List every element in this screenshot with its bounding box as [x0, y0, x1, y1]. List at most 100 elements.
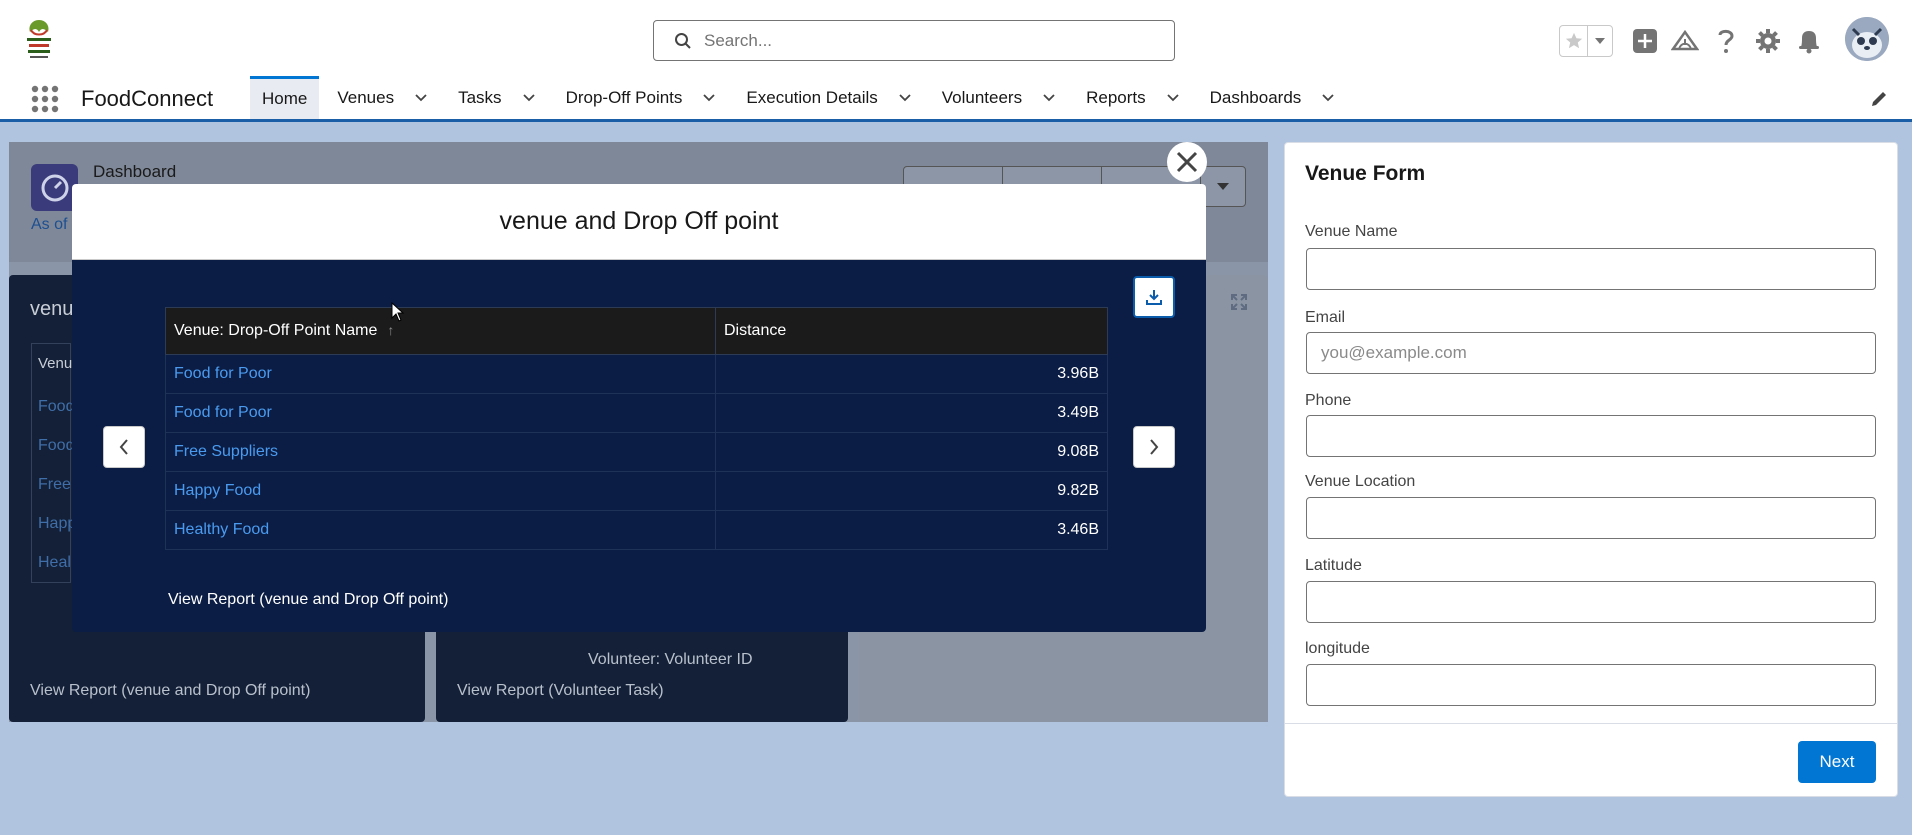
- distance-value: 9.82B: [715, 471, 1108, 511]
- dashboard-as-of: As of: [31, 216, 68, 233]
- latitude-label: Latitude: [1305, 557, 1362, 574]
- save-food-logo[interactable]: [22, 16, 56, 64]
- chevron-down-icon[interactable]: [1166, 91, 1180, 105]
- drop-off-point-link[interactable]: Free Suppliers: [165, 432, 716, 472]
- dashboard-label: Dashboard: [93, 162, 177, 181]
- previous-button[interactable]: [103, 426, 145, 468]
- tab-reports[interactable]: Reports: [1074, 76, 1192, 119]
- drop-off-point-link[interactable]: Happy Food: [165, 471, 716, 511]
- column-header-label: Distance: [724, 322, 787, 339]
- card-row[interactable]: Free: [38, 476, 71, 494]
- longitude-label: longitude: [1305, 640, 1370, 657]
- setup-gear-icon[interactable]: [1753, 26, 1783, 56]
- tab-label: Execution Details: [746, 87, 878, 107]
- next-button[interactable]: Next: [1798, 741, 1876, 783]
- app-navigation-bar: FoodConnect Home Venues Tasks Drop-Off P…: [0, 76, 1912, 122]
- column-header-label: Venue: Drop-Off Point Name: [174, 322, 378, 339]
- chevron-left-icon: [119, 439, 128, 455]
- card-view-report-link[interactable]: View Report (Volunteer Task): [457, 682, 664, 700]
- add-icon[interactable]: [1630, 26, 1660, 56]
- column-header-distance[interactable]: Distance: [715, 307, 1108, 355]
- mouse-cursor-icon: [391, 302, 405, 322]
- trailhead-icon[interactable]: [1670, 26, 1700, 56]
- chevron-down-icon[interactable]: [1042, 91, 1056, 105]
- favorites-dropdown-icon[interactable]: [1588, 26, 1612, 56]
- tab-drop-off-points[interactable]: Drop-Off Points: [554, 76, 729, 119]
- download-button[interactable]: [1133, 276, 1175, 318]
- tab-label: Venues: [337, 87, 395, 107]
- dashboard-icon: [31, 164, 78, 211]
- drop-off-point-link[interactable]: Food for Poor: [165, 354, 716, 394]
- close-icon: [1176, 151, 1198, 173]
- card-table: [31, 343, 71, 583]
- card-field-label: Volunteer: Volunteer ID: [588, 651, 753, 668]
- distance-value: 9.08B: [715, 432, 1108, 472]
- tab-label: Reports: [1086, 87, 1146, 107]
- chevron-down-icon[interactable]: [522, 91, 536, 105]
- tab-label: Tasks: [458, 87, 502, 107]
- venue-form-panel: Venue Form Venue Name Email Phone Venue …: [1284, 142, 1898, 797]
- chevron-down-icon[interactable]: [702, 91, 716, 105]
- tab-execution-details[interactable]: Execution Details: [734, 76, 923, 119]
- app-launcher-icon[interactable]: [30, 84, 60, 114]
- favorites-control[interactable]: [1559, 25, 1613, 57]
- card-row[interactable]: Happ: [38, 515, 76, 533]
- edit-nav-pencil-icon[interactable]: [1870, 90, 1888, 108]
- tab-label: Volunteers: [941, 87, 1023, 107]
- tab-tasks[interactable]: Tasks: [446, 76, 547, 119]
- latitude-field[interactable]: [1306, 581, 1876, 623]
- tab-label: Drop-Off Points: [565, 87, 683, 107]
- tab-home[interactable]: Home: [250, 76, 320, 119]
- distance-value: 3.96B: [715, 354, 1108, 394]
- user-avatar[interactable]: [1845, 17, 1889, 61]
- report-table: Venue: Drop-Off Point Name ↑ Distance Foo…: [165, 307, 1108, 550]
- chevron-right-icon: [1150, 439, 1159, 455]
- email-field[interactable]: [1306, 332, 1876, 374]
- more-actions-button[interactable]: [1201, 167, 1245, 206]
- tab-label: Home: [262, 89, 308, 108]
- venue-location-label: Venue Location: [1305, 473, 1416, 490]
- drop-off-point-link[interactable]: Food for Poor: [165, 393, 716, 433]
- column-header-drop-off-point-name[interactable]: Venue: Drop-Off Point Name ↑: [165, 307, 716, 355]
- card-view-report-link[interactable]: View Report (venue and Drop Off point): [30, 682, 310, 700]
- chevron-down-icon: [1217, 182, 1229, 190]
- venue-location-field[interactable]: [1306, 497, 1876, 539]
- phone-field[interactable]: [1306, 415, 1876, 457]
- favorites-star-icon[interactable]: [1560, 26, 1588, 56]
- drop-off-point-link[interactable]: Healthy Food: [165, 510, 716, 550]
- card-table-header: Venu: [38, 355, 73, 372]
- table-row: Happy Food 9.82B: [165, 471, 1108, 511]
- next-arrow-button[interactable]: [1133, 426, 1175, 468]
- venue-name-field[interactable]: [1306, 248, 1876, 290]
- modal-close-button[interactable]: [1167, 142, 1207, 182]
- card-row[interactable]: Food: [38, 437, 74, 455]
- tab-venues[interactable]: Venues: [325, 76, 440, 119]
- distance-value: 3.49B: [715, 393, 1108, 433]
- global-search[interactable]: Search...: [653, 20, 1175, 61]
- longitude-field[interactable]: [1306, 664, 1876, 706]
- nav-tabs: Home Venues Tasks Drop-Off Points Execut…: [250, 76, 1347, 119]
- phone-label: Phone: [1305, 392, 1352, 409]
- chevron-down-icon[interactable]: [414, 91, 428, 105]
- venue-name-label: Venue Name: [1305, 223, 1398, 240]
- expand-icon[interactable]: [1231, 294, 1247, 310]
- tab-label: Dashboards: [1209, 87, 1302, 107]
- notifications-bell-icon[interactable]: [1794, 26, 1824, 56]
- card-row[interactable]: Food: [38, 398, 74, 416]
- tab-dashboards[interactable]: Dashboards: [1198, 76, 1348, 119]
- view-report-link[interactable]: View Report (venue and Drop Off point): [168, 591, 448, 609]
- chevron-down-icon[interactable]: [898, 91, 912, 105]
- card-row[interactable]: Heal: [38, 554, 71, 572]
- download-icon: [1146, 290, 1162, 305]
- sort-ascending-icon: ↑: [387, 322, 395, 338]
- distance-value: 3.46B: [715, 510, 1108, 550]
- chevron-down-icon[interactable]: [1321, 91, 1335, 105]
- table-row: Free Suppliers 9.08B: [165, 432, 1108, 472]
- card-title: venu: [30, 298, 74, 320]
- tab-volunteers[interactable]: Volunteers: [930, 76, 1068, 119]
- table-row: Food for Poor 3.49B: [165, 393, 1108, 433]
- help-icon[interactable]: [1711, 26, 1741, 56]
- app-name: FoodConnect: [81, 86, 214, 111]
- form-title: Venue Form: [1305, 162, 1426, 185]
- table-row: Healthy Food 3.46B: [165, 510, 1108, 550]
